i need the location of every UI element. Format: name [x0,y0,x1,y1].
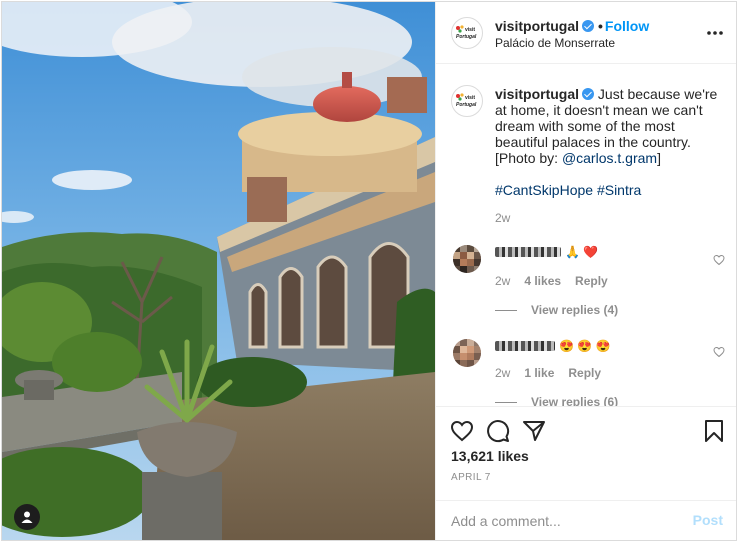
person-icon [21,511,33,523]
view-replies-button[interactable]: View replies (4) [495,303,618,317]
comment-likes[interactable]: 4 likes [524,274,561,288]
comment-like-heart-icon[interactable] [713,346,725,358]
add-comment-bar: Post [436,500,736,540]
mention-link[interactable]: @carlos.t.gram [562,150,657,166]
commenter-avatar[interactable] [453,245,481,273]
pixelated-username[interactable] [495,341,555,351]
likes-count[interactable]: 13,621 likes [451,448,529,464]
share-icon[interactable] [522,419,546,443]
post-date[interactable]: APRIL 7 [451,472,491,483]
follow-button[interactable]: Follow [605,18,649,34]
comment-likes[interactable]: 1 like [524,366,554,380]
reply-button[interactable]: Reply [568,366,601,380]
heart-icon[interactable] [450,419,474,443]
avatar[interactable]: visit Portugal [451,17,483,49]
location-link[interactable]: Palácio de Monserrate [495,36,615,50]
post-header: visit Portugal visitportugal • Follow Palá… [436,2,736,64]
visitportugal-logo: visit Portugal [454,24,480,42]
view-replies-label: View replies (6) [531,395,619,406]
tagged-user-button[interactable] [14,504,40,530]
username-link[interactable]: visitportugal [495,18,579,34]
comment-input[interactable] [451,511,671,531]
verified-badge-icon [582,20,595,32]
post-photo[interactable] [2,2,435,540]
comment-emojis: 🙏 ❤️ [565,245,599,259]
comment-icon[interactable] [486,419,510,443]
caption-text: visitportugal Just because we're at home… [495,86,727,166]
view-replies-button[interactable]: View replies (6) [495,395,618,406]
comment-meta: 2w 1 like Reply [495,366,601,380]
replies-divider [495,309,517,311]
replies-divider [495,401,517,403]
more-horizontal-icon[interactable] [705,24,725,42]
post-actions: 13,621 likes APRIL 7 [436,406,736,500]
svg-text:Portugal: Portugal [456,34,477,40]
post-side-panel: visit Portugal visitportugal • Follow Palá… [435,2,736,540]
view-replies-label: View replies (4) [531,303,619,317]
caption-time: 2w [495,211,511,225]
visitportugal-logo: visit Portugal [454,92,480,110]
comment-text: 😍 😍 😍 [495,339,611,353]
bookmark-icon[interactable] [702,419,726,443]
instagram-post: visit Portugal visitportugal • Follow Palá… [1,1,737,541]
comment-time: 2w [495,274,511,288]
comment-emojis: 😍 😍 😍 [559,339,611,353]
svg-text:Portugal: Portugal [456,102,477,108]
svg-text:visit: visit [465,27,475,33]
verified-badge-icon [582,88,595,100]
comment-meta: 2w 4 likes Reply [495,274,608,288]
comments-section[interactable]: visit Portugal visitportugal Just becaus… [436,65,736,406]
palace-photo-image [2,2,435,540]
commenter-avatar[interactable] [453,339,481,367]
caption-body-end: ] [657,150,661,166]
hashtags-link[interactable]: #CantSkipHope #Sintra [495,182,641,198]
post-author: visitportugal • Follow [495,18,649,34]
comment-text: 🙏 ❤️ [495,245,598,259]
comment-time: 2w [495,366,511,380]
comment-like-heart-icon[interactable] [713,254,725,266]
caption-username[interactable]: visitportugal [495,86,579,102]
svg-text:visit: visit [465,95,475,101]
post-comment-button[interactable]: Post [693,512,723,528]
separator-dot: • [598,18,603,34]
caption-avatar[interactable]: visit Portugal [451,85,483,117]
reply-button[interactable]: Reply [575,274,608,288]
pixelated-username[interactable] [495,247,561,257]
